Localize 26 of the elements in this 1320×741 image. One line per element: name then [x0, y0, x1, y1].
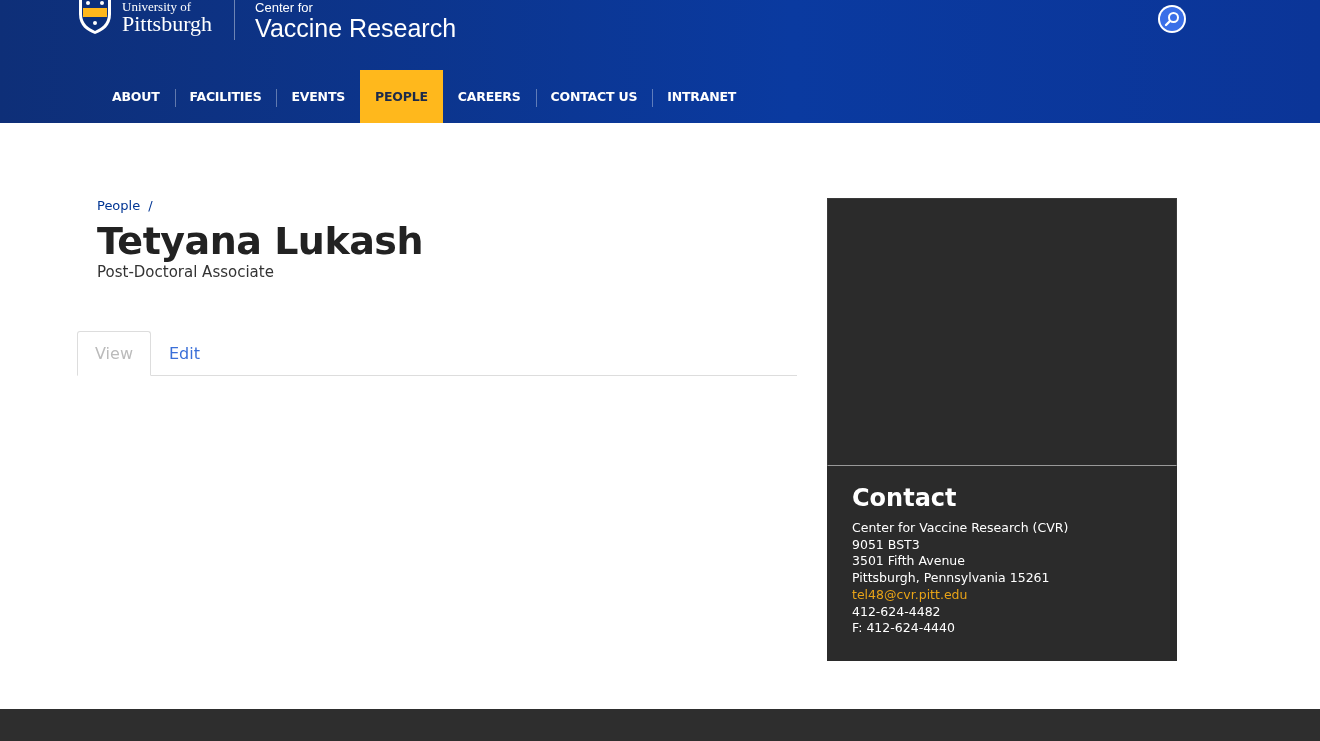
site-title[interactable]: Vaccine Research [255, 16, 457, 41]
person-name: Tetyana Lukash [97, 221, 424, 263]
nav-link[interactable]: INTRANET [652, 70, 752, 123]
shield-logo-icon[interactable] [77, 0, 113, 34]
email-link[interactable]: tel48@cvr.pitt.edu [852, 586, 1152, 604]
contact-line: 412-624-4482 [852, 603, 942, 621]
nav-link[interactable]: FACILITIES [174, 70, 277, 123]
tab[interactable]: Edit [150, 330, 218, 376]
nav-link[interactable]: CONTACT US [535, 70, 653, 123]
contact-heading: Contact [852, 484, 958, 512]
breadcrumb-separator: / [148, 198, 153, 213]
contact-line: Pittsburgh, Pennsylvania 15261 [852, 570, 1051, 587]
nav-link[interactable]: EVENTS [276, 70, 360, 123]
contact-line: 9051 BST3 [852, 536, 921, 554]
nav-link[interactable]: PEOPLE [360, 70, 443, 123]
site-kicker[interactable]: Center for [255, 1, 457, 14]
nav-link[interactable]: ABOUT [97, 70, 175, 123]
nav-link[interactable]: CAREERS [442, 70, 536, 123]
contact-line: F: 412-624-4440 [852, 620, 956, 637]
breadcrumb-link[interactable]: People [97, 198, 141, 213]
university-name[interactable]: University of [122, 0, 213, 13]
search-icon[interactable] [1157, 4, 1187, 34]
contact-line: 3501 Fifth Avenue [852, 553, 966, 571]
university-name[interactable]: Pittsburgh [122, 13, 213, 35]
person-title: Post-Doctoral Associate [97, 262, 275, 281]
contact-line: Center for Vaccine Research (CVR) [852, 520, 1070, 537]
